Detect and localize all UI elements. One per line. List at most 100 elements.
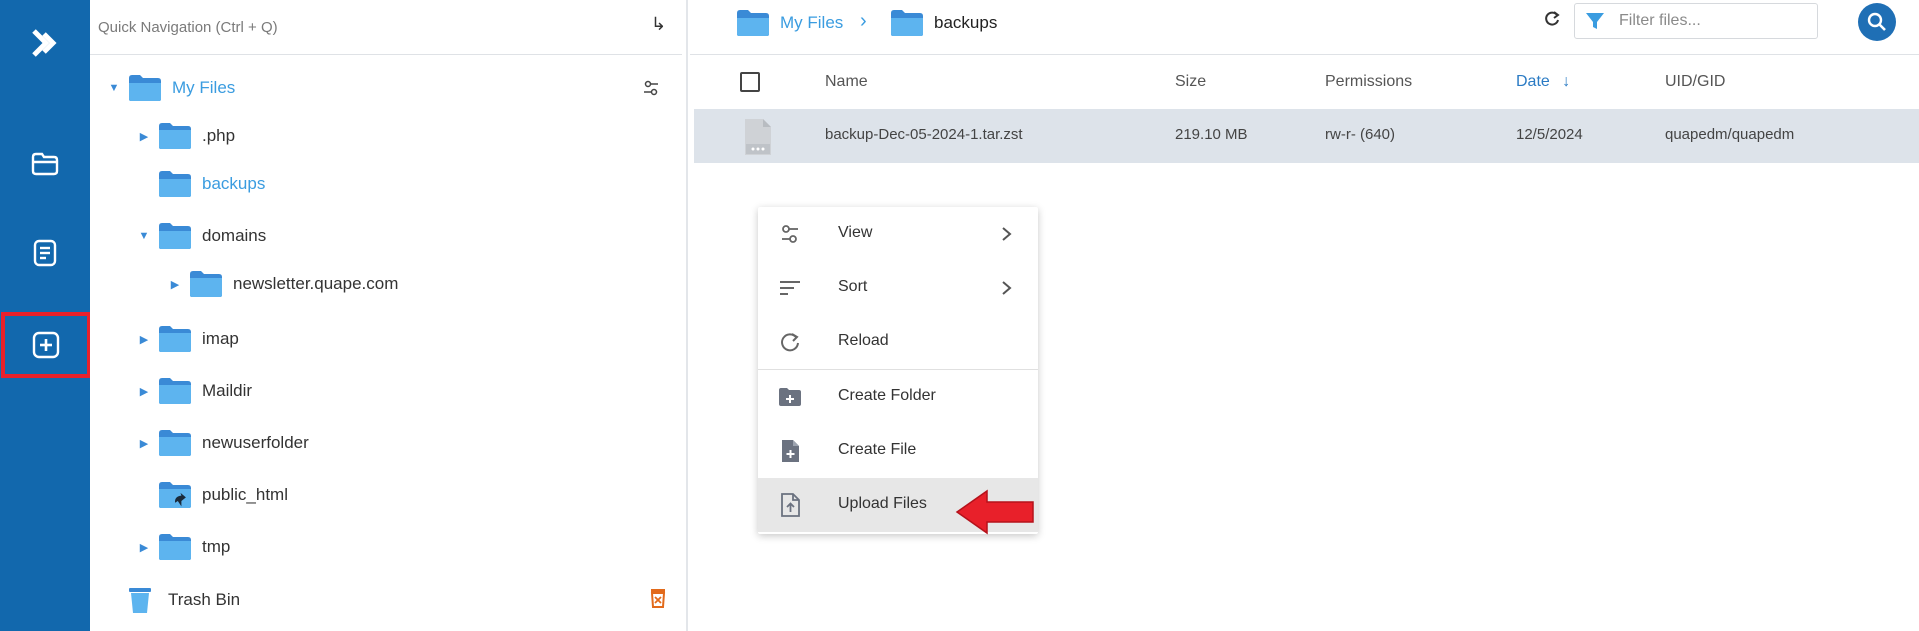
folder-icon [159, 534, 191, 560]
folder-open-icon [159, 223, 191, 249]
menu-item-reload[interactable]: Reload [758, 315, 1038, 369]
tree-item-trash-bin[interactable]: Trash Bin [128, 580, 240, 620]
view-options-icon [782, 225, 798, 243]
quick-navigation-input[interactable] [98, 18, 618, 36]
column-date-label: Date [1516, 73, 1550, 90]
red-arrow-annotation [955, 489, 1034, 535]
menu-item-create-folder[interactable]: Create Folder [758, 370, 1038, 424]
rail-editor-button[interactable] [0, 222, 90, 284]
tree-item-maildir[interactable]: ▶ Maildir [136, 371, 252, 411]
breadcrumb-label: My Files [780, 13, 844, 32]
menu-item-view[interactable]: View [758, 207, 1038, 261]
caret-right-icon[interactable]: ▶ [136, 130, 152, 143]
rail-files-button[interactable] [0, 133, 90, 195]
caret-right-icon[interactable]: ▶ [136, 541, 152, 554]
tree-item-label: .php [202, 126, 236, 145]
select-all-checkbox[interactable] [740, 72, 760, 92]
tree-item-tmp[interactable]: ▶ tmp [136, 527, 230, 567]
tree-item-label: Maildir [202, 381, 253, 400]
tree-item-domains[interactable]: ▼ domains [136, 216, 266, 256]
caret-right-icon[interactable]: ▶ [136, 385, 152, 398]
rail-create-button[interactable] [1, 312, 91, 378]
tree-item-label: backups [202, 174, 266, 193]
table-header: Name Size Permissions Date ↓ UID/GID [690, 56, 1919, 108]
file-permissions: rw-r- (640) [1325, 126, 1395, 143]
logo-icon [32, 29, 57, 57]
column-uid-gid[interactable]: UID/GID [1665, 73, 1725, 91]
top-bar: My Files › backups [690, 0, 1919, 55]
tree-item-backups[interactable]: backups [136, 164, 265, 204]
file-name: backup-Dec-05-2024-1.tar.zst [825, 126, 1023, 143]
breadcrumb-backups[interactable]: backups [890, 8, 997, 38]
tree-item-newuserfolder[interactable]: ▶ newuserfolder [136, 423, 309, 463]
left-rail [0, 0, 91, 631]
context-menu: View Sort Reload Create Folder Create Fi… [758, 207, 1038, 534]
caret-down-icon[interactable]: ▼ [136, 230, 152, 242]
menu-item-create-file[interactable]: Create File [758, 424, 1038, 478]
app-logo[interactable] [0, 12, 90, 74]
file-size: 219.10 MB [1175, 126, 1248, 143]
tree-item-newsletter[interactable]: ▶ newsletter.quape.com [167, 264, 398, 304]
folder-icon [159, 378, 191, 404]
reload-icon[interactable] [1542, 9, 1562, 29]
folder-icon [159, 326, 191, 352]
tree-item-label: tmp [202, 537, 231, 556]
search-icon [1867, 12, 1886, 31]
quick-navigation: ↳ [90, 0, 682, 55]
upload-file-icon [781, 493, 800, 517]
create-file-icon [782, 440, 799, 462]
tree-item-label: newuserfolder [202, 433, 309, 452]
table-row[interactable]: backup-Dec-05-2024-1.tar.zst 219.10 MB r… [694, 109, 1919, 163]
tree-item-label: public_html [202, 485, 288, 504]
empty-trash-icon[interactable] [650, 588, 666, 608]
menu-item-sort[interactable]: Sort [758, 261, 1038, 315]
caret-right-icon[interactable]: ▶ [167, 278, 183, 291]
folder-icon [190, 271, 222, 297]
filter-files-input[interactable] [1619, 12, 1809, 30]
go-to-icon[interactable]: ↳ [651, 14, 666, 35]
caret-right-icon[interactable]: ▶ [136, 333, 152, 346]
create-folder-icon [779, 388, 801, 406]
folder-open-icon [129, 75, 161, 101]
column-size[interactable]: Size [1175, 73, 1206, 91]
filter-icon [1586, 13, 1604, 29]
file-uid-gid: quapedm/quapedm [1665, 126, 1795, 143]
folder-open-icon [891, 10, 923, 36]
tree-item-my-files[interactable]: ▼ My Files [106, 68, 235, 108]
tree-item-label: My Files [172, 78, 236, 97]
breadcrumb-label: backups [934, 13, 998, 32]
arrow-down-icon: ↓ [1562, 73, 1571, 90]
menu-item-label: Create File [838, 441, 917, 458]
tree-item-label: domains [202, 226, 267, 245]
column-date[interactable]: Date ↓ [1516, 73, 1570, 91]
chevron-right-icon [1002, 281, 1012, 295]
tree-settings-icon[interactable] [642, 79, 660, 97]
trash-bin-icon [129, 588, 151, 613]
menu-item-label: Create Folder [838, 387, 936, 404]
tree-item-public-html[interactable]: public_html [136, 475, 288, 515]
tree-item-label: newsletter.quape.com [233, 274, 399, 293]
folder-open-icon [31, 152, 59, 176]
folder-open-icon [159, 171, 191, 197]
menu-item-label: Reload [838, 332, 889, 349]
caret-down-icon[interactable]: ▼ [106, 82, 122, 94]
tree-item-label: Trash Bin [168, 590, 241, 609]
folder-open-icon [737, 10, 769, 36]
menu-item-label: View [838, 224, 873, 241]
menu-item-label: Upload Files [838, 495, 927, 512]
column-name[interactable]: Name [825, 73, 868, 91]
folder-icon [159, 123, 191, 149]
file-date: 12/5/2024 [1516, 126, 1583, 143]
search-button[interactable] [1858, 3, 1896, 41]
sort-icon [780, 281, 800, 295]
tree-item-label: imap [202, 329, 239, 348]
tree-item-imap[interactable]: ▶ imap [136, 319, 239, 359]
reload-icon [781, 333, 799, 352]
caret-right-icon[interactable]: ▶ [136, 437, 152, 450]
breadcrumb-my-files[interactable]: My Files [736, 8, 843, 38]
folder-link-icon [159, 482, 191, 508]
tree-item-php[interactable]: ▶ .php [136, 116, 235, 156]
plus-square-icon [32, 331, 60, 359]
column-permissions[interactable]: Permissions [1325, 73, 1412, 91]
menu-item-label: Sort [838, 278, 868, 295]
